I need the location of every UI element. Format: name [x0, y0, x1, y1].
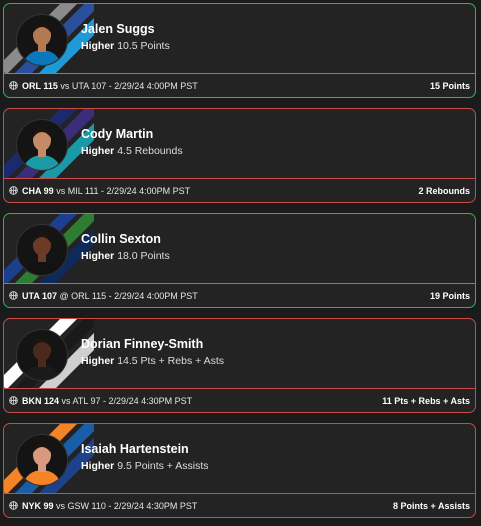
game-details: vs GSW 110 - 2/29/24 4:30PM PST: [56, 500, 198, 511]
player-name: Dorian Finney-Smith: [81, 337, 204, 351]
player-name: Collin Sexton: [81, 232, 161, 246]
game-footer: CHA 99 vs MIL 111 - 2/29/24 4:00PM PST 2…: [4, 178, 475, 202]
pick-direction: Higher: [81, 355, 115, 367]
player-headshot-icon: [23, 233, 61, 275]
game-details: vs UTA 107 - 2/29/24 4:00PM PST: [60, 80, 198, 91]
pick-stat-line: 10.5 Points: [117, 40, 170, 52]
stat-result: 19 Points: [429, 290, 470, 301]
game-info: NYK 99 vs GSW 110 - 2/29/24 4:30PM PST: [22, 501, 197, 511]
game-info: CHA 99 vs MIL 111 - 2/29/24 4:00PM PST: [22, 186, 190, 196]
stat-result: 2 Rebounds: [418, 185, 470, 196]
team-score: ORL 115: [22, 80, 58, 91]
player-name: Isaiah Hartenstein: [81, 442, 189, 456]
player-avatar: [16, 329, 68, 381]
pick-direction: Higher: [81, 40, 115, 52]
game-details: @ ORL 115 - 2/29/24 4:00PM PST: [59, 290, 198, 301]
basketball-icon: [9, 396, 18, 405]
pick-stat-line: 9.5 Points + Assists: [117, 460, 209, 472]
pick-line: Higher 10.5 Points: [81, 40, 170, 52]
pick-direction: Higher: [81, 145, 115, 157]
basketball-icon: [9, 186, 18, 195]
pick-card[interactable]: Collin Sexton Higher 18.0 Points UTA 107…: [3, 213, 476, 308]
pick-line: Higher 4.5 Rebounds: [81, 145, 183, 157]
pick-card[interactable]: Dorian Finney-Smith Higher 14.5 Pts + Re…: [3, 318, 476, 413]
game-footer: BKN 124 vs ATL 97 - 2/29/24 4:30PM PST 1…: [4, 388, 475, 412]
player-headshot-icon: [23, 443, 61, 485]
game-info: ORL 115 vs UTA 107 - 2/29/24 4:00PM PST: [22, 81, 198, 91]
team-score: CHA 99: [22, 185, 54, 196]
pick-card[interactable]: Cody Martin Higher 4.5 Rebounds CHA 99 v…: [3, 108, 476, 203]
game-info: UTA 107 @ ORL 115 - 2/29/24 4:00PM PST: [22, 291, 198, 301]
pick-card[interactable]: Isaiah Hartenstein Higher 9.5 Points + A…: [3, 423, 476, 518]
player-avatar: [16, 434, 68, 486]
team-score: NYK 99: [22, 500, 54, 511]
game-footer: NYK 99 vs GSW 110 - 2/29/24 4:30PM PST 8…: [4, 493, 475, 517]
player-headshot-icon: [23, 23, 61, 65]
stat-result: 8 Points + Assists: [393, 500, 470, 511]
pick-line: Higher 9.5 Points + Assists: [81, 460, 209, 472]
pick-line: Higher 18.0 Points: [81, 250, 170, 262]
pick-direction: Higher: [81, 460, 115, 472]
stat-result: 15 Points: [429, 80, 470, 91]
pick-stat-line: 4.5 Rebounds: [117, 145, 183, 157]
basketball-icon: [9, 291, 18, 300]
player-name: Jalen Suggs: [81, 22, 155, 36]
team-score: BKN 124: [22, 395, 60, 406]
stat-result: 11 Pts + Rebs + Asts: [382, 395, 470, 406]
game-details: vs ATL 97 - 2/29/24 4:30PM PST: [61, 395, 193, 406]
player-avatar: [16, 224, 68, 276]
team-score: UTA 107: [22, 290, 58, 301]
game-footer: UTA 107 @ ORL 115 - 2/29/24 4:00PM PST 1…: [4, 283, 475, 307]
player-name: Cody Martin: [81, 127, 154, 141]
basketball-icon: [9, 81, 18, 90]
pick-card[interactable]: Jalen Suggs Higher 10.5 Points ORL 115 v…: [3, 3, 476, 98]
game-info: BKN 124 vs ATL 97 - 2/29/24 4:30PM PST: [22, 396, 192, 406]
picks-list: Jalen Suggs Higher 10.5 Points ORL 115 v…: [0, 0, 481, 526]
game-footer: ORL 115 vs UTA 107 - 2/29/24 4:00PM PST …: [4, 73, 475, 97]
player-avatar: [16, 14, 68, 66]
player-avatar: [16, 119, 68, 171]
player-headshot-icon: [23, 128, 61, 170]
pick-direction: Higher: [81, 250, 115, 262]
pick-stat-line: 14.5 Pts + Rebs + Asts: [117, 355, 224, 367]
basketball-icon: [9, 501, 18, 510]
pick-stat-line: 18.0 Points: [117, 250, 170, 262]
player-headshot-icon: [23, 338, 61, 380]
pick-line: Higher 14.5 Pts + Rebs + Asts: [81, 355, 224, 367]
game-details: vs MIL 111 - 2/29/24 4:00PM PST: [56, 185, 191, 196]
